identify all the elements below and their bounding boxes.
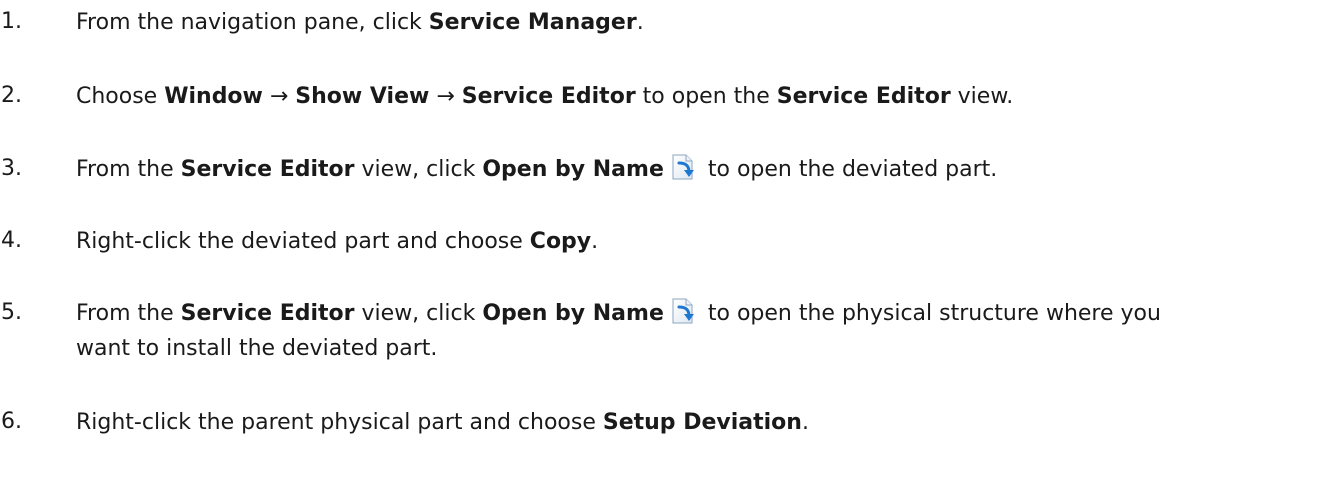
step-number: 6.	[1, 409, 22, 434]
ui-term-service-editor: Service Editor	[180, 157, 355, 182]
arrow-separator: →	[429, 84, 462, 109]
step-number: 2.	[1, 83, 22, 108]
step-number: 3.	[1, 156, 22, 181]
ui-term-open-by-name: Open by Name	[482, 157, 664, 182]
ui-term-copy: Copy	[529, 229, 592, 254]
ui-term-open-by-name: Open by Name	[482, 301, 664, 326]
ui-term-setup-deviation: Setup Deviation	[602, 410, 802, 435]
step-text: From the Service Editor view, click Open…	[76, 296, 1331, 366]
step-text: Right-click the deviated part and choose…	[76, 229, 599, 254]
ui-term-service-editor: Service Editor	[180, 301, 355, 326]
step-text: Choose Window → Show View → Service Edit…	[76, 84, 1014, 109]
step-number: 1.	[1, 9, 22, 34]
step-number: 5.	[1, 300, 22, 325]
ui-term-window: Window	[164, 84, 263, 109]
ui-term-service-manager: Service Manager	[428, 10, 637, 35]
step-text: Right-click the parent physical part and…	[76, 410, 809, 435]
ui-term-show-view: Show View	[295, 84, 430, 109]
open-by-name-icon	[672, 154, 694, 180]
ui-term-service-editor: Service Editor	[461, 84, 636, 109]
arrow-separator: →	[262, 84, 296, 109]
step-number: 4.	[1, 228, 22, 253]
ui-term-service-editor: Service Editor	[776, 84, 951, 109]
open-by-name-icon	[672, 298, 694, 324]
step-text: From the navigation pane, click Service …	[76, 10, 644, 35]
step-text: From the Service Editor view, click Open…	[76, 152, 1331, 187]
